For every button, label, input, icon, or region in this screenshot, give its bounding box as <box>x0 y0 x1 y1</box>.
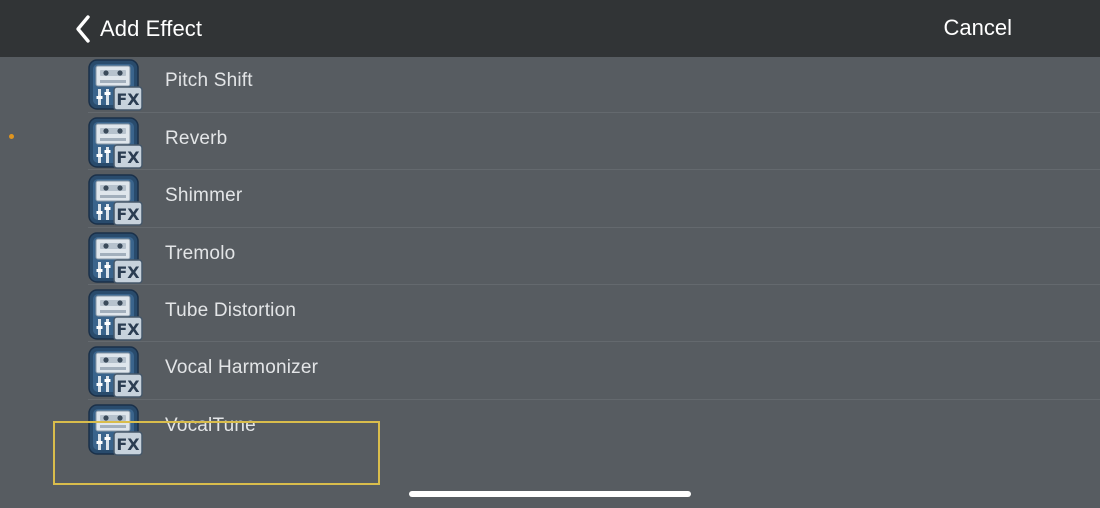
fx-plugin-icon: FX <box>88 117 144 169</box>
effect-label: VocalTune <box>165 414 256 436</box>
svg-text:FX: FX <box>116 377 140 396</box>
svg-text:FX: FX <box>116 90 140 109</box>
effect-label: Shimmer <box>165 185 243 207</box>
svg-text:FX: FX <box>116 148 140 167</box>
fx-plugin-icon: FX <box>88 231 144 284</box>
effect-label: Tube Distortion <box>165 299 297 321</box>
effect-list: FX FX Pitch Shift FX Reverb FX Shimmer F… <box>0 0 1100 457</box>
cancel-button[interactable]: Cancel <box>944 15 1012 41</box>
fx-plugin-icon: FX <box>88 403 144 456</box>
effect-list-item[interactable]: FX Vocal Harmonizer <box>0 342 1100 400</box>
chevron-left-icon <box>74 14 92 44</box>
effect-list-item[interactable]: FX Tube Distortion <box>0 285 1100 343</box>
fx-plugin-icon: FX <box>88 346 144 399</box>
effect-list-item[interactable]: FX Reverb <box>0 113 1100 171</box>
svg-text:FX: FX <box>116 320 140 339</box>
effect-list-item[interactable]: FX Pitch Shift <box>0 55 1100 113</box>
svg-text:FX: FX <box>116 263 140 282</box>
effect-label: Vocal Harmonizer <box>165 357 319 379</box>
home-indicator[interactable] <box>409 491 691 497</box>
svg-text:FX: FX <box>116 205 140 224</box>
fx-plugin-icon: FX <box>88 59 144 112</box>
effect-list-item[interactable]: FX VocalTune <box>0 400 1100 457</box>
effect-label: Pitch Shift <box>165 70 253 92</box>
effect-label: Tremolo <box>165 242 236 264</box>
back-button[interactable]: Add Effect <box>74 12 202 46</box>
fx-plugin-icon: FX <box>88 174 144 226</box>
effect-label: Reverb <box>165 127 228 149</box>
fx-plugin-icon: FX <box>88 289 144 341</box>
page-title: Add Effect <box>100 16 203 41</box>
effect-list-item[interactable]: FX Tremolo <box>0 228 1100 285</box>
effect-list-item[interactable]: FX Shimmer <box>0 170 1100 228</box>
navigation-bar: Add Effect Cancel <box>0 0 1100 57</box>
svg-text:FX: FX <box>116 435 140 454</box>
